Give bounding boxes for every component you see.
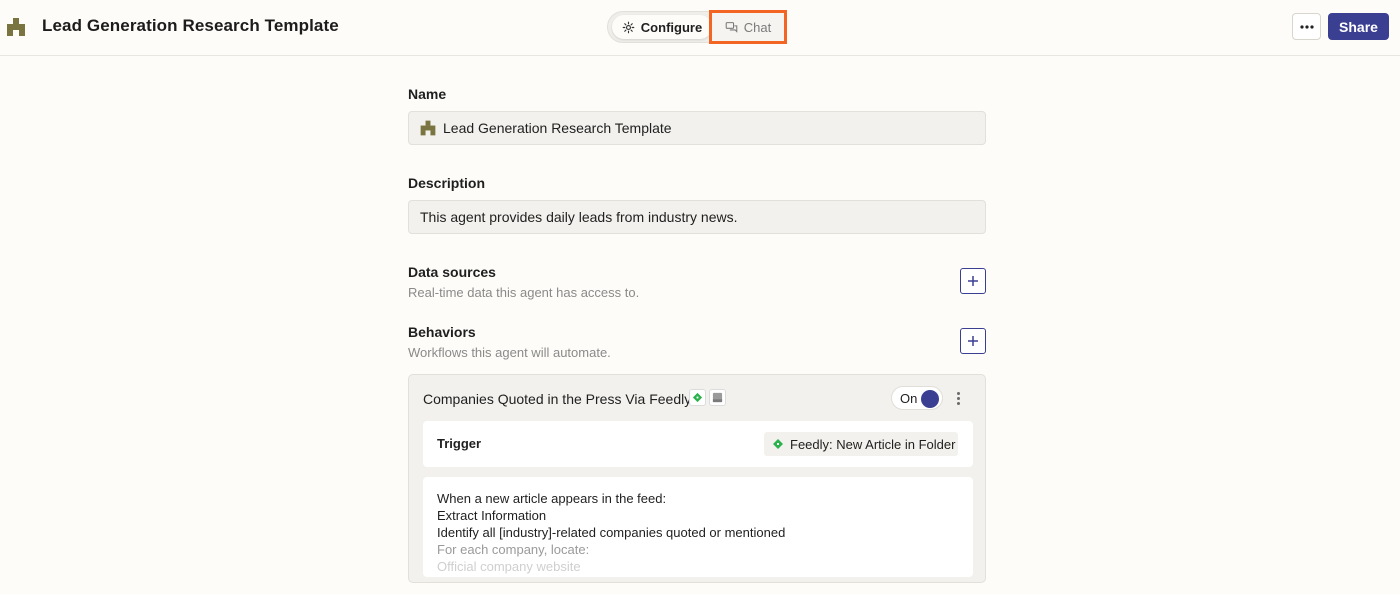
description-field[interactable]: This agent provides daily leads from ind… — [408, 200, 986, 234]
chat-icon — [725, 21, 738, 33]
chat-label: Chat — [743, 19, 772, 35]
gear-icon — [622, 21, 635, 33]
add-data-source-button[interactable] — [960, 268, 986, 294]
instruction-line: Extract Information — [437, 508, 547, 523]
data-sources-description: Real-time data this agent has access to. — [408, 285, 640, 300]
agent-logo-icon — [420, 120, 436, 136]
add-behavior-button[interactable] — [960, 328, 986, 354]
toggle-knob — [921, 390, 939, 408]
toggle-label: On — [900, 391, 918, 406]
behavior-card[interactable]: Companies Quoted in the Press Via Feedly… — [408, 374, 986, 583]
name-value: Lead Generation Research Template — [443, 120, 672, 136]
data-sources-label: Data sources — [408, 264, 496, 280]
more-vertical-icon[interactable] — [952, 388, 964, 408]
app-icon — [709, 389, 726, 406]
plus-icon — [968, 276, 978, 286]
name-field[interactable]: Lead Generation Research Template — [408, 111, 986, 145]
description-value: This agent provides daily leads from ind… — [420, 209, 738, 225]
page-title: Lead Generation Research Template — [42, 16, 339, 35]
more-horizontal-icon — [1299, 24, 1314, 29]
plus-icon — [968, 336, 978, 346]
feedly-icon — [689, 389, 706, 406]
behaviors-label: Behaviors — [408, 324, 476, 340]
share-button[interactable]: Share — [1328, 13, 1389, 40]
trigger-value: Feedly: New Article in Folder — [790, 436, 956, 452]
feedly-icon — [773, 439, 783, 449]
agent-logo-icon — [7, 18, 25, 36]
instruction-line: Official company website — [437, 559, 581, 574]
behavior-instructions[interactable]: When a new article appears in the feed: … — [423, 477, 973, 577]
chat-tab[interactable]: Chat — [709, 10, 787, 44]
instruction-line: For each company, locate: — [437, 542, 590, 557]
configure-label: Configure — [640, 19, 703, 35]
trigger-row: Trigger Feedly: New Article in Folder — [423, 421, 973, 467]
behaviors-description: Workflows this agent will automate. — [408, 345, 611, 360]
name-label: Name — [408, 86, 447, 102]
description-label: Description — [408, 175, 486, 191]
behavior-title: Companies Quoted in the Press Via Feedly — [423, 391, 692, 407]
instruction-line: When a new article appears in the feed: — [437, 491, 667, 506]
top-bar: Lead Generation Research Template Config… — [0, 0, 1400, 56]
instruction-line: Identify all [industry]-related companie… — [437, 525, 786, 540]
behavior-toggle[interactable]: On — [891, 386, 943, 410]
mode-toggle: Configure Chat — [607, 10, 787, 44]
more-options-button[interactable] — [1292, 13, 1321, 40]
configure-tab[interactable]: Configure — [612, 15, 712, 39]
trigger-chip[interactable]: Feedly: New Article in Folder — [764, 432, 958, 456]
trigger-label: Trigger — [437, 436, 482, 451]
